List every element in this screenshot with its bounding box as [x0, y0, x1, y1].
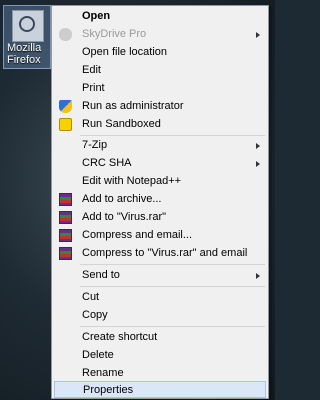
menu-separator	[80, 135, 265, 136]
menu-item-add-to-archive[interactable]: Add to archive...	[54, 191, 266, 208]
shortcut-label-line2: Firefox	[7, 54, 41, 66]
submenu-arrow-icon	[256, 143, 260, 149]
menu-item-crc-sha[interactable]: CRC SHA	[54, 155, 266, 172]
menu-item-label: Edit with Notepad++	[82, 175, 182, 187]
menu-item-label: Add to "Virus.rar"	[82, 211, 167, 223]
sandbox-icon	[59, 118, 72, 131]
menu-item-label: Open	[82, 10, 111, 22]
desktop-shortcut-firefox[interactable]: Mozilla Firefox	[3, 5, 51, 69]
menu-separator	[80, 286, 265, 287]
submenu-arrow-icon	[256, 273, 260, 279]
menu-item-label: Cut	[82, 291, 100, 303]
menu-item-compress-and-email[interactable]: Compress and email...	[54, 227, 266, 244]
menu-item-7-zip[interactable]: 7-Zip	[54, 137, 266, 154]
menu-item-run-sandboxed[interactable]: Run Sandboxed	[54, 116, 266, 133]
context-menu: Open SkyDrive Pro Open file location Edi…	[51, 5, 269, 399]
menu-item-open-file-location[interactable]: Open file location	[54, 44, 266, 61]
menu-item-label: Rename	[82, 367, 124, 379]
menu-item-label: Compress to "Virus.rar" and email	[82, 247, 248, 259]
menu-item-compress-to-virus-rar-and-email[interactable]: Compress to "Virus.rar" and email	[54, 245, 266, 262]
menu-item-send-to[interactable]: Send to	[54, 267, 266, 284]
menu-item-label: Edit	[82, 64, 101, 76]
shortcut-label-line1: Mozilla	[7, 42, 42, 54]
winrar-icon	[59, 247, 72, 260]
cloud-icon	[59, 28, 72, 41]
submenu-arrow-icon	[256, 161, 260, 167]
menu-item-label: Properties	[83, 384, 134, 396]
winrar-icon	[59, 229, 72, 242]
menu-item-label: SkyDrive Pro	[82, 28, 147, 40]
menu-item-copy[interactable]: Copy	[54, 307, 266, 324]
menu-item-cut[interactable]: Cut	[54, 289, 266, 306]
menu-item-delete[interactable]: Delete	[54, 347, 266, 364]
menu-item-label: CRC SHA	[82, 157, 132, 169]
menu-item-rename[interactable]: Rename	[54, 365, 266, 382]
menu-item-label: Send to	[82, 269, 120, 281]
menu-item-create-shortcut[interactable]: Create shortcut	[54, 329, 266, 346]
menu-item-open[interactable]: Open	[54, 8, 266, 25]
shield-icon	[59, 100, 72, 113]
menu-item-label: Run as administrator	[82, 100, 184, 112]
winrar-icon	[59, 211, 72, 224]
menu-item-print[interactable]: Print	[54, 80, 266, 97]
menu-item-label: Compress and email...	[82, 229, 193, 241]
menu-separator	[80, 264, 265, 265]
menu-item-run-as-administrator[interactable]: Run as administrator	[54, 98, 266, 115]
menu-item-skydrive-pro[interactable]: SkyDrive Pro	[54, 26, 266, 43]
menu-item-label: Create shortcut	[82, 331, 158, 343]
menu-item-edit[interactable]: Edit	[54, 62, 266, 79]
winrar-icon	[59, 193, 72, 206]
menu-item-label: Open file location	[82, 46, 167, 58]
submenu-arrow-icon	[256, 32, 260, 38]
menu-item-label: 7-Zip	[82, 139, 108, 151]
menu-item-add-to-virus-rar[interactable]: Add to "Virus.rar"	[54, 209, 266, 226]
menu-item-label: Print	[82, 82, 105, 94]
menu-item-edit-with-notepad[interactable]: Edit with Notepad++	[54, 173, 266, 190]
menu-item-label: Add to archive...	[82, 193, 162, 205]
shortcut-image-icon	[12, 10, 44, 42]
menu-item-label: Run Sandboxed	[82, 118, 161, 130]
menu-item-label: Copy	[82, 309, 108, 321]
menu-item-properties[interactable]: Properties	[54, 381, 266, 398]
menu-separator	[80, 326, 265, 327]
menu-item-label: Delete	[82, 349, 114, 361]
